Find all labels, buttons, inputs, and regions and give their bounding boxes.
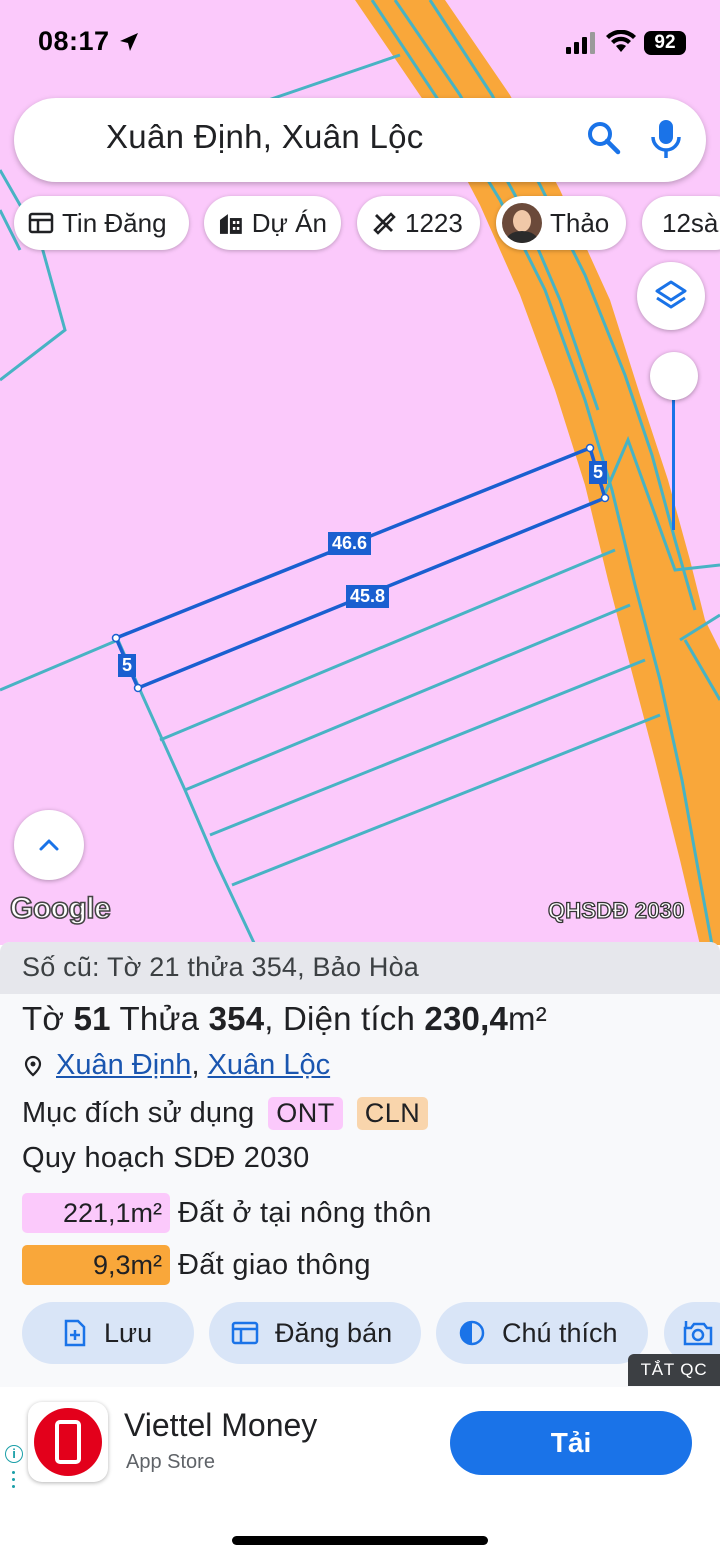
add-photo-icon: [683, 1321, 713, 1346]
old-parcel-number: Số cũ: Tờ 21 thửa 354, Bảo Hòa: [0, 942, 720, 994]
plan-item-transport: 9,3m² Đất giao thông: [22, 1245, 371, 1285]
plan-item-residential: 221,1m² Đất ở tại nông thôn: [22, 1193, 432, 1233]
ad-download-button[interactable]: Tải: [450, 1411, 692, 1475]
map-layer-badge: QHSDĐ 2030: [547, 897, 685, 923]
chip-listings-label: Tin Đăng: [62, 207, 167, 238]
address-separator: ,: [191, 1049, 208, 1081]
ad-app-icon: [28, 1402, 108, 1482]
plan-item-area: 221,1m²: [22, 1193, 170, 1233]
legend-button-label: Chú thích: [502, 1317, 618, 1348]
land-use-purpose-row: Mục đích sử dụng ONT CLN: [22, 1097, 429, 1130]
ad-app-name: Viettel Money: [124, 1407, 318, 1443]
parcel-info-panel: Số cũ: Tờ 21 thửa 354, Bảo Hòa Tờ 51 Thử…: [0, 942, 720, 1387]
plan-item-area: 9,3m²: [22, 1245, 170, 1285]
layers-button[interactable]: [637, 262, 705, 330]
status-time: 08:17: [38, 26, 110, 56]
google-logo: Google: [9, 891, 111, 926]
status-bar: 08:17 92: [0, 0, 720, 88]
parcel-area-unit: m²: [508, 1000, 547, 1037]
battery-indicator: 92: [644, 31, 686, 55]
chip-user[interactable]: Thảo: [496, 196, 626, 250]
ad-banner[interactable]: i Viettel Money App Store Tải: [0, 1387, 720, 1499]
plan-item-label: Đất ở tại nông thôn: [178, 1196, 432, 1229]
title-sheet-prefix: Tờ: [22, 1000, 65, 1037]
sheet-number: 51: [73, 1000, 111, 1037]
chip-user-label: Thảo: [550, 207, 610, 238]
dimension-top-label: 46.6: [328, 532, 372, 555]
avatar: [502, 203, 542, 243]
address-row: Xuân Định, Xuân Lộc: [22, 1049, 330, 1082]
purpose-code-cln: CLN: [356, 1097, 429, 1130]
address-district-link[interactable]: Xuân Lộc: [208, 1049, 331, 1082]
parcel-title: Tờ 51 Thửa 354, Diện tích 230,4m²: [22, 1000, 547, 1038]
chip-measure-label: 1223: [405, 207, 463, 238]
location-arrow-icon: [120, 33, 138, 51]
ad-store-name: App Store: [126, 1451, 215, 1473]
parcel-area-number: 230,4: [424, 1000, 509, 1037]
opacity-slider-track[interactable]: [672, 400, 675, 530]
newspaper-icon: [28, 212, 54, 234]
home-indicator[interactable]: [232, 1536, 488, 1545]
post-sale-button-label: Đăng bán: [275, 1317, 393, 1348]
dimension-right-label: 5: [589, 461, 608, 484]
chip-projects-label: Dự Án: [251, 207, 327, 238]
save-button[interactable]: Lưu: [22, 1302, 194, 1364]
search-bar[interactable]: Xuân Định, Xuân Lộc: [14, 98, 706, 182]
hide-ads-button[interactable]: TẮT QC: [628, 1354, 720, 1386]
chip-more[interactable]: 12sà: [642, 196, 720, 250]
purpose-label: Mục đích sử dụng: [22, 1097, 255, 1129]
parcel-area: 230,4m²: [424, 1000, 546, 1037]
dimension-bottom-label: 45.8: [346, 585, 390, 608]
title-parcel-prefix: Thửa: [119, 1000, 200, 1037]
save-button-label: Lưu: [104, 1317, 153, 1348]
map-canvas[interactable]: 46.6 45.8 5 5 08:17 92 Xuân Định, Xuân L…: [0, 0, 720, 945]
expand-panel-button[interactable]: [14, 810, 84, 880]
parcel-number: 354: [208, 1000, 265, 1037]
listing-icon: [231, 1321, 259, 1345]
chip-measure[interactable]: 1223: [357, 196, 480, 250]
chip-projects[interactable]: Dự Án: [204, 196, 341, 250]
add-file-icon: [64, 1319, 86, 1347]
cellular-signal-icon: [566, 32, 595, 54]
opacity-slider-handle[interactable]: [650, 352, 698, 400]
ruler-pencil-icon: [373, 212, 396, 235]
post-sale-button[interactable]: Đăng bán: [209, 1302, 421, 1364]
search-icon[interactable]: [586, 120, 622, 156]
wifi-icon: [606, 30, 636, 52]
chip-more-label: 12sà: [662, 207, 719, 238]
ad-more-icon[interactable]: [12, 1471, 16, 1495]
purpose-code-ont: ONT: [268, 1097, 343, 1130]
legend-button[interactable]: Chú thích: [436, 1302, 648, 1364]
contrast-icon: [459, 1320, 485, 1346]
layers-icon: [655, 280, 687, 309]
buildings-icon: [219, 214, 242, 234]
search-query[interactable]: Xuân Định, Xuân Lộc: [106, 118, 424, 156]
ad-info-icon[interactable]: i: [5, 1445, 23, 1463]
microphone-icon[interactable]: [648, 118, 684, 160]
chip-listings[interactable]: Tin Đăng: [14, 196, 189, 250]
chevron-up-icon: [39, 839, 59, 851]
plan-title: Quy hoạch SDĐ 2030: [22, 1142, 310, 1174]
location-pin-icon: [24, 1055, 42, 1076]
plan-item-label: Đất giao thông: [178, 1248, 371, 1281]
dimension-left-label: 5: [118, 654, 137, 677]
title-area-prefix: , Diện tích: [264, 1000, 416, 1037]
address-commune-link[interactable]: Xuân Định: [56, 1049, 191, 1082]
